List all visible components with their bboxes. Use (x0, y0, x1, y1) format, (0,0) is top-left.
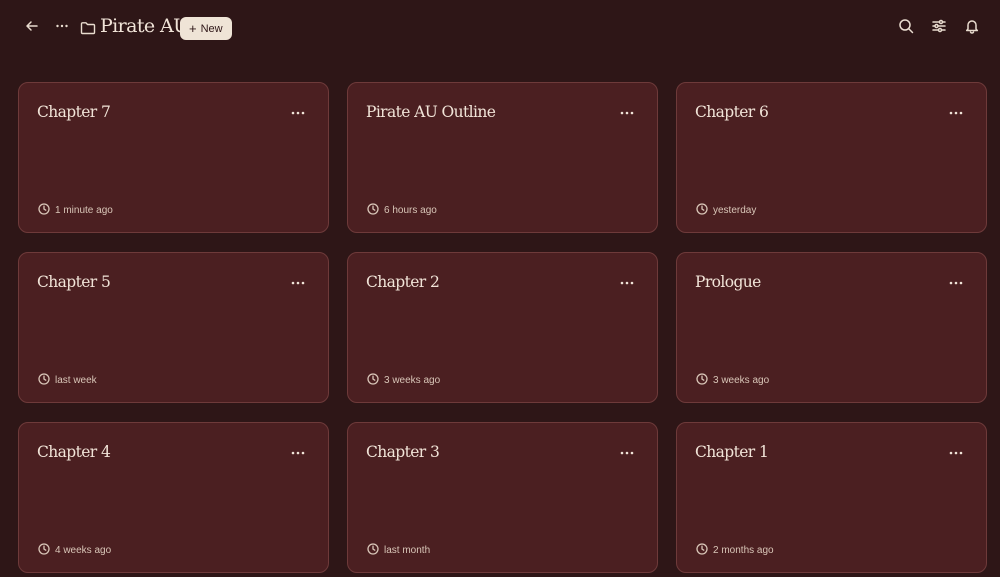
more-horizontal-icon (949, 281, 963, 285)
document-card[interactable]: Chapter 6 yesterday (676, 82, 987, 233)
back-button[interactable] (18, 14, 46, 42)
more-horizontal-icon (620, 111, 634, 115)
new-button-label: New (200, 22, 223, 35)
top-bar: Pirate AU + New (0, 0, 1000, 58)
card-timestamp: yesterday (696, 203, 756, 218)
more-horizontal-icon (620, 281, 634, 285)
clock-icon (367, 373, 379, 388)
more-horizontal-icon (949, 111, 963, 115)
document-grid: Chapter 7 1 minute ago Pirate AU Outline… (18, 82, 987, 573)
card-timestamp: 3 weeks ago (367, 373, 440, 388)
clock-icon (38, 203, 50, 218)
plus-icon: + (189, 20, 197, 36)
document-card[interactable]: Chapter 1 2 months ago (676, 422, 987, 573)
card-title: Chapter 6 (695, 103, 769, 121)
card-title: Pirate AU Outline (366, 103, 496, 121)
clock-icon (696, 373, 708, 388)
folder-icon (80, 20, 96, 36)
search-icon (898, 18, 914, 39)
more-horizontal-icon (291, 111, 305, 115)
document-card[interactable]: Chapter 7 1 minute ago (18, 82, 329, 233)
card-title: Chapter 2 (366, 273, 440, 291)
card-title: Chapter 7 (37, 103, 111, 121)
clock-icon (38, 543, 50, 558)
card-more-button[interactable] (288, 445, 308, 461)
card-time-label: yesterday (713, 205, 757, 216)
card-time-label: last month (384, 545, 431, 556)
card-more-button[interactable] (288, 275, 308, 291)
notifications-button[interactable] (958, 14, 986, 42)
card-time-label: 6 hours ago (384, 205, 437, 216)
card-time-label: 3 weeks ago (384, 375, 441, 386)
more-horizontal-icon (54, 18, 70, 39)
more-horizontal-icon (291, 451, 305, 455)
card-title: Chapter 3 (366, 443, 440, 461)
more-horizontal-icon (949, 451, 963, 455)
card-time-label: 4 weeks ago (55, 545, 112, 556)
more-horizontal-icon (620, 451, 634, 455)
card-more-button[interactable] (617, 105, 637, 121)
more-options-button[interactable] (48, 14, 76, 42)
document-card[interactable]: Chapter 2 3 weeks ago (347, 252, 658, 403)
card-timestamp: last month (367, 543, 430, 558)
bell-icon (964, 18, 980, 39)
card-time-label: 2 months ago (713, 545, 774, 556)
card-title: Chapter 1 (695, 443, 769, 461)
card-more-button[interactable] (617, 445, 637, 461)
card-title: Chapter 4 (37, 443, 111, 461)
card-more-button[interactable] (617, 275, 637, 291)
filter-button[interactable] (925, 14, 953, 42)
document-card[interactable]: Chapter 3 last month (347, 422, 658, 573)
clock-icon (696, 203, 708, 218)
card-timestamp: 6 hours ago (367, 203, 437, 218)
clock-icon (38, 373, 50, 388)
new-button[interactable]: + New (180, 17, 232, 40)
card-more-button[interactable] (946, 105, 966, 121)
clock-icon (367, 543, 379, 558)
search-button[interactable] (892, 14, 920, 42)
arrow-left-icon (24, 18, 40, 39)
card-more-button[interactable] (288, 105, 308, 121)
card-timestamp: 4 weeks ago (38, 543, 111, 558)
card-time-label: 3 weeks ago (713, 375, 770, 386)
card-time-label: last week (55, 375, 97, 386)
clock-icon (696, 543, 708, 558)
card-timestamp: last week (38, 373, 97, 388)
sliders-icon (931, 18, 947, 39)
card-title: Chapter 5 (37, 273, 111, 291)
document-card[interactable]: Chapter 5 last week (18, 252, 329, 403)
card-time-label: 1 minute ago (55, 205, 113, 216)
clock-icon (367, 203, 379, 218)
document-card[interactable]: Chapter 4 4 weeks ago (18, 422, 329, 573)
card-more-button[interactable] (946, 275, 966, 291)
card-more-button[interactable] (946, 445, 966, 461)
more-horizontal-icon (291, 281, 305, 285)
card-timestamp: 1 minute ago (38, 203, 113, 218)
card-timestamp: 2 months ago (696, 543, 774, 558)
document-card[interactable]: Prologue 3 weeks ago (676, 252, 987, 403)
card-title: Prologue (695, 273, 761, 291)
document-card[interactable]: Pirate AU Outline 6 hours ago (347, 82, 658, 233)
card-timestamp: 3 weeks ago (696, 373, 769, 388)
page-title: Pirate AU (100, 15, 189, 37)
